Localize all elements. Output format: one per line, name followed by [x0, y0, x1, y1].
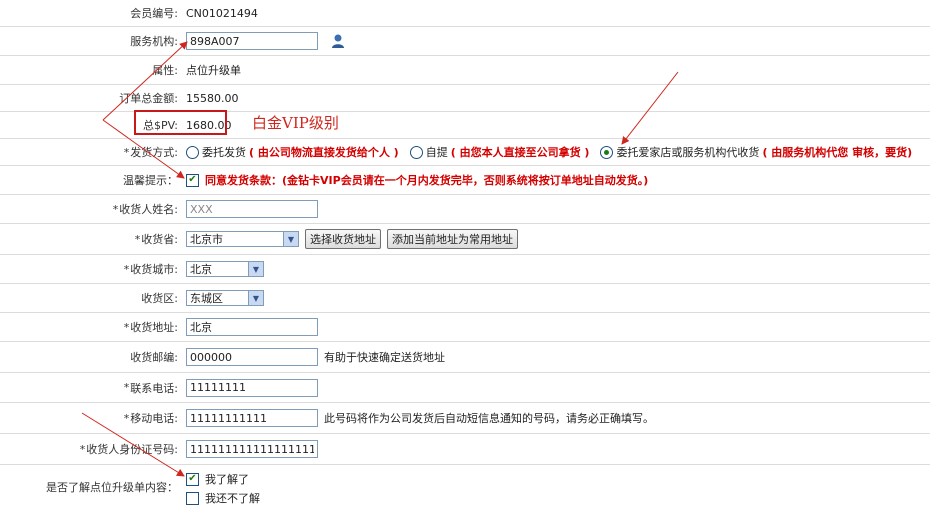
arrow-to-store-option — [621, 71, 679, 145]
arrow-to-service-org — [102, 41, 188, 121]
annotation-arrows — [81, 41, 679, 477]
arrow-to-agree-terms — [102, 119, 185, 179]
arrow-to-understand — [81, 412, 185, 477]
